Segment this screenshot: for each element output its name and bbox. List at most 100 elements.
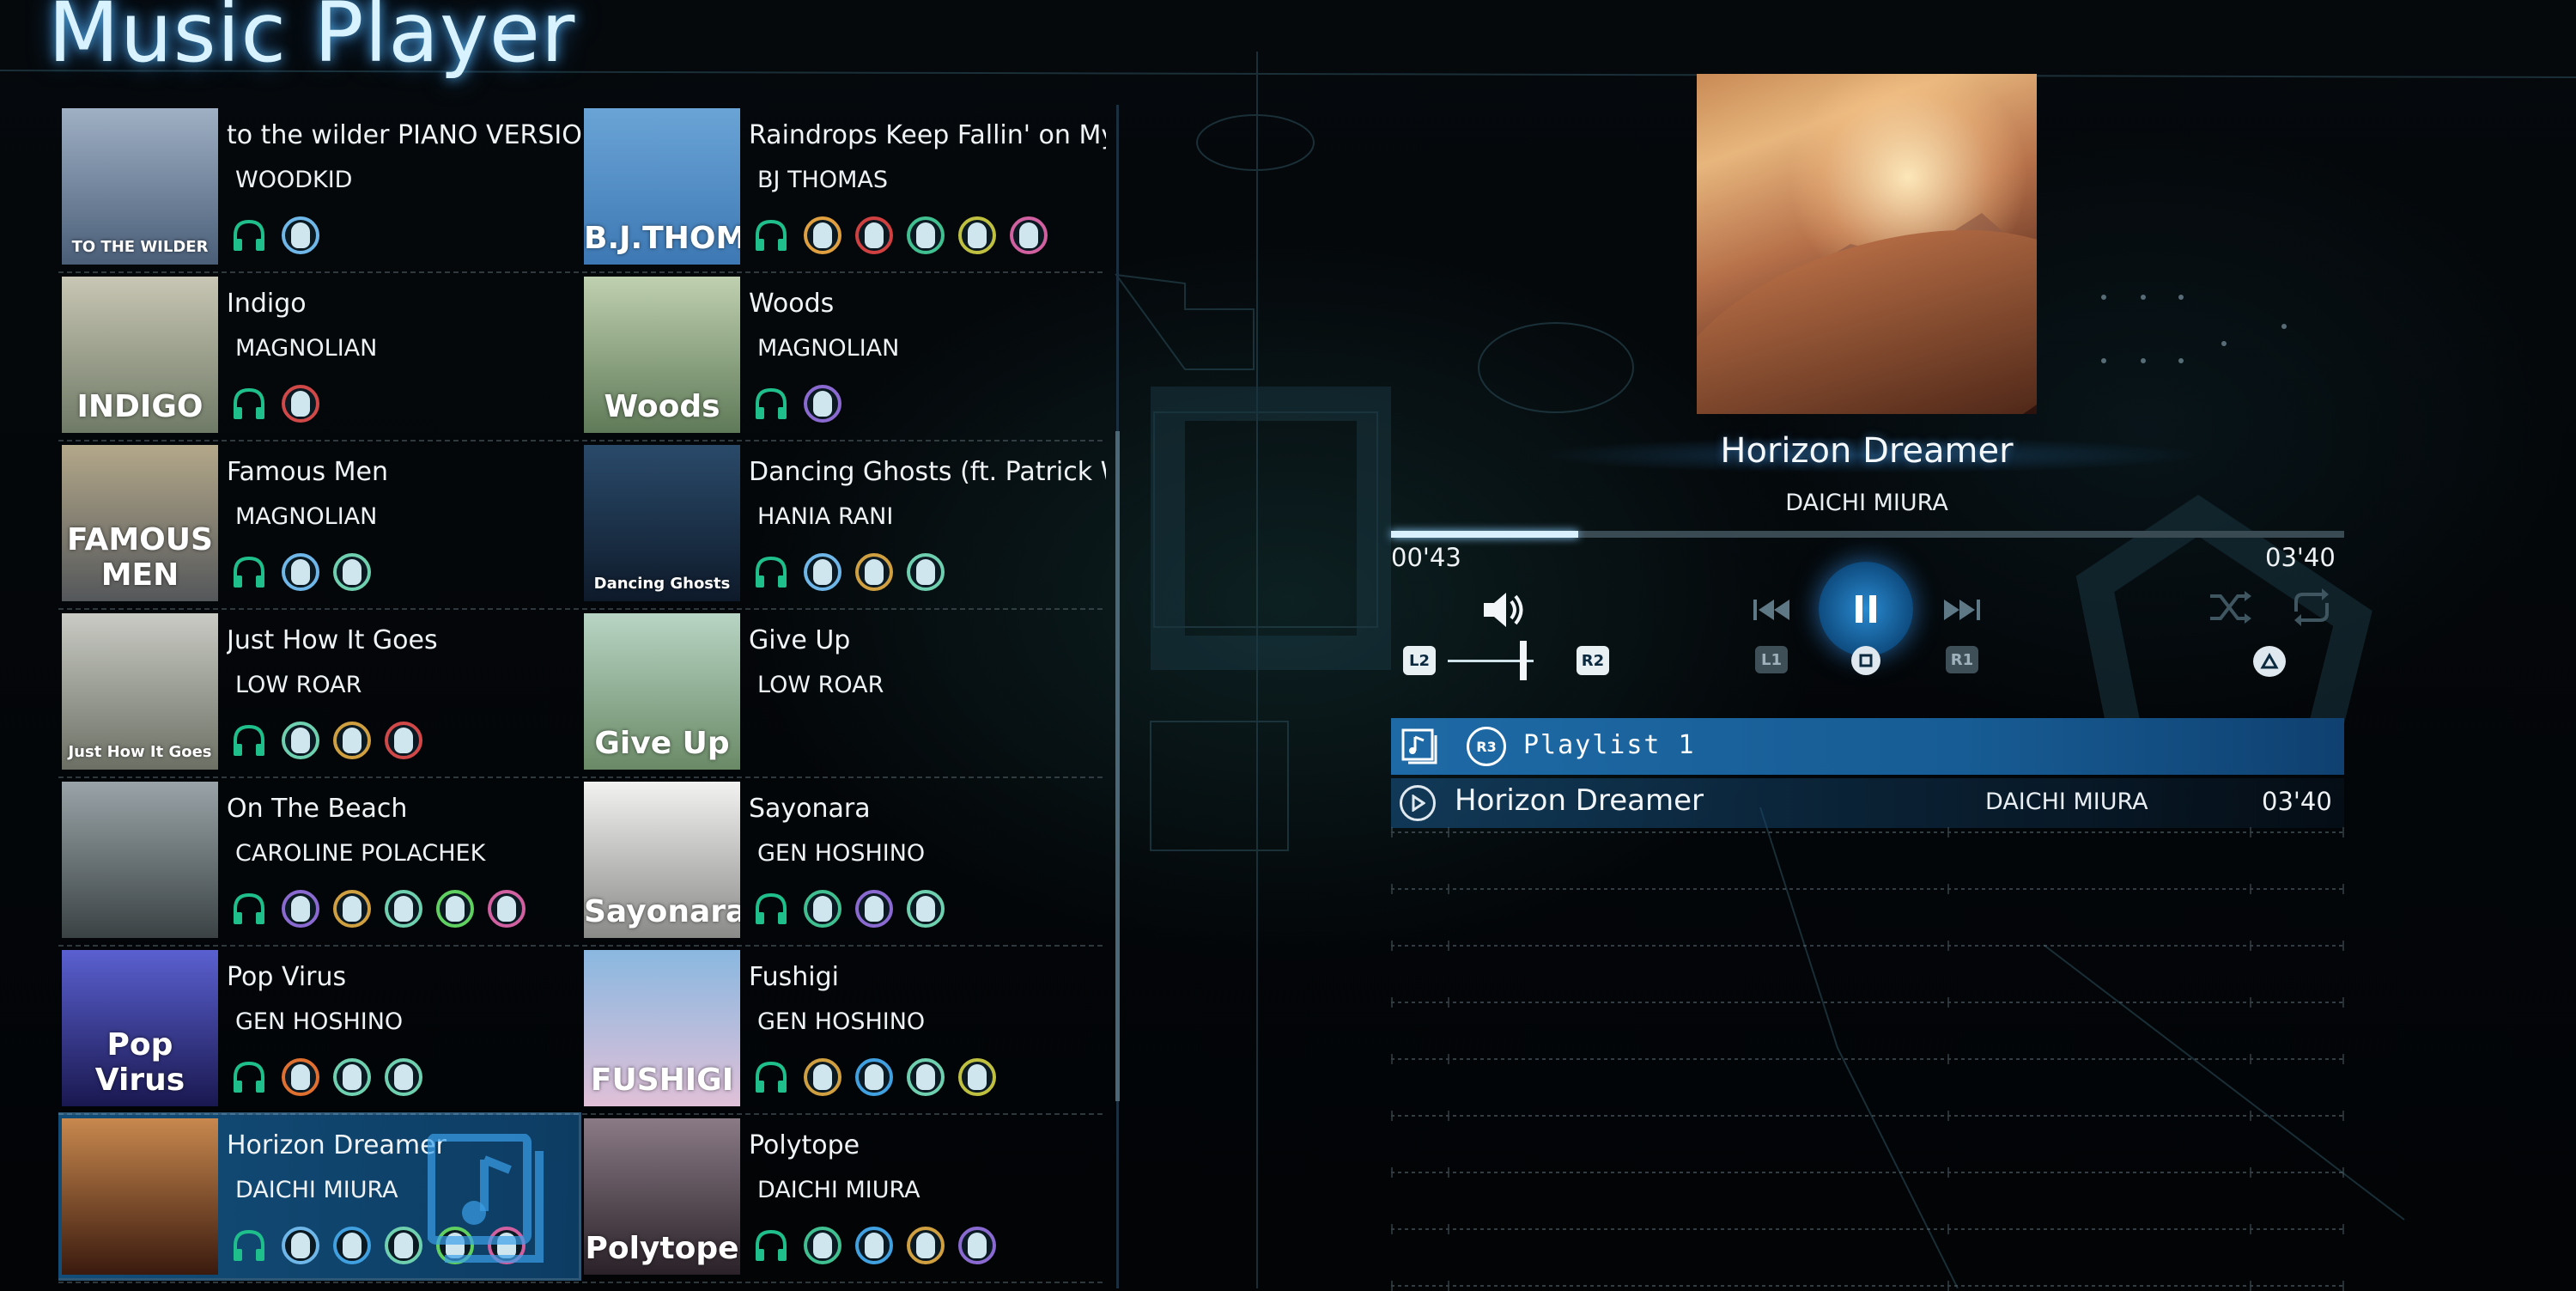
album-cover: INDIGO (62, 277, 218, 433)
track-title: to the wilder PIANO VERSION (227, 120, 587, 150)
playlist-icon (1400, 727, 1439, 766)
character-avatar-icon (282, 1227, 319, 1264)
track-row: INDIGO Indigo MAGNOLIAN Woods Woods MAGNOLIAN (58, 273, 1106, 441)
track-row: TO THE WILDER to the wilder PIANO VERSION… (58, 105, 1106, 273)
character-avatar-icon (282, 722, 319, 759)
track-card[interactable]: B.J.THOMAS Raindrops Keep Fallin' on My BJ… (580, 105, 1106, 268)
track-card[interactable]: TO THE WILDER to the wilder PIANO VERSION… (58, 105, 587, 268)
track-artist: GEN HOSHINO (235, 1008, 404, 1035)
list-scrollbar[interactable] (1115, 105, 1120, 1288)
shuffle-icon[interactable] (2207, 586, 2255, 629)
progress-bar[interactable] (1391, 531, 2344, 538)
track-artist: MAGNOLIAN (235, 335, 378, 362)
pause-button[interactable] (1819, 562, 1913, 656)
track-card[interactable]: FUSHIGI Fushigi GEN HOSHINO (580, 947, 1101, 1110)
headphones-icon (234, 1061, 264, 1093)
track-card[interactable]: Woods Woods MAGNOLIAN (580, 273, 1101, 436)
track-title: Dancing Ghosts (ft. Patrick Wa (749, 457, 1106, 487)
track-artist: LOW ROAR (757, 672, 884, 698)
track-artist: DAICHI MIURA (235, 1177, 398, 1203)
volume-knob[interactable] (1520, 641, 1527, 680)
listener-icons (230, 720, 422, 761)
total-time: 03'40 (2265, 543, 2336, 572)
character-avatar-icon (282, 890, 319, 928)
album-cover: Sayonara (584, 782, 740, 938)
now-playing-album-art (1697, 74, 2037, 414)
track-artist: LOW ROAR (235, 672, 362, 698)
headphones-icon (234, 1229, 264, 1261)
previous-track-icon[interactable] (1750, 593, 1793, 627)
listener-icons (752, 1225, 996, 1266)
character-avatar-icon (855, 1058, 893, 1096)
track-card[interactable]: Polytope Polytope DAICHI MIURA (580, 1115, 1101, 1278)
volume-up-button[interactable]: R2 (1577, 646, 1609, 675)
track-card[interactable]: Sayonara Sayonara GEN HOSHINO (580, 778, 1101, 941)
playlist-item-duration: 03'40 (2262, 787, 2332, 816)
repeat-icon[interactable] (2287, 586, 2336, 629)
character-avatar-icon (333, 1058, 371, 1096)
pause-icon (1856, 595, 1876, 623)
track-card[interactable]: Give Up Give Up LOW ROAR (580, 610, 1101, 773)
playlist-empty-slot (1391, 1054, 2344, 1064)
selected-music-note-icon (428, 1134, 544, 1263)
headphones-icon (234, 892, 264, 924)
character-avatar-icon (282, 553, 319, 591)
now-playing-title: Horizon Dreamer (1720, 431, 2014, 471)
character-avatar-icon (804, 216, 841, 254)
track-artist: GEN HOSHINO (757, 840, 926, 867)
track-card[interactable]: FAMOUS MEN Famous Men MAGNOLIAN (58, 441, 579, 605)
listener-icons (752, 383, 841, 424)
headphones-icon (756, 387, 787, 419)
album-cover: Polytope (584, 1118, 740, 1275)
app-title: Music Player (48, 0, 576, 81)
track-title: Fushigi (749, 962, 839, 992)
album-cover-text: Pop Virus (94, 1027, 185, 1098)
listener-icons (752, 551, 945, 593)
character-avatar-icon (333, 722, 371, 759)
album-cover-text: INDIGO (76, 389, 204, 424)
track-artist: GEN HOSHINO (757, 1008, 926, 1035)
next-button-label: R1 (1946, 646, 1978, 673)
track-title: Give Up (749, 625, 851, 655)
album-cover: FAMOUS MEN (62, 445, 218, 601)
stop-icon (1859, 654, 1873, 667)
headphones-icon (756, 219, 787, 251)
playlist-empty-slot (1391, 1281, 2344, 1291)
track-title: Sayonara (749, 794, 871, 824)
track-card[interactable]: Pop Virus Pop Virus GEN HOSHINO (58, 947, 579, 1110)
album-cover-text: Polytope (585, 1231, 739, 1266)
listener-icons (752, 215, 1048, 256)
album-cover: Dancing Ghosts (584, 445, 740, 601)
listener-icons (230, 1057, 422, 1098)
album-cover-text: Just How It Goes (68, 743, 212, 761)
triangle-button[interactable] (2253, 646, 2286, 677)
track-card[interactable]: Just How It Goes Just How It Goes LOW ROAR (58, 610, 579, 773)
volume-down-button[interactable]: L2 (1403, 646, 1436, 675)
character-avatar-icon (436, 890, 474, 928)
character-avatar-icon (1010, 216, 1048, 254)
character-avatar-icon (855, 216, 893, 254)
row-divider (58, 1282, 1106, 1283)
volume-icon[interactable] (1477, 584, 1528, 636)
playlist-empty-slot (1391, 827, 2344, 837)
track-card[interactable]: Dancing Ghosts Dancing Ghosts (ft. Patric… (580, 441, 1106, 605)
character-avatar-icon (804, 890, 841, 928)
track-row: Pop Virus Pop Virus GEN HOSHINO FUSHIGI Fush… (58, 947, 1106, 1115)
album-cover: Pop Virus (62, 950, 218, 1106)
album-cover: TO THE WILDER (62, 108, 218, 265)
headphones-icon (756, 556, 787, 588)
elapsed-time: 00'43 (1391, 543, 1461, 572)
character-avatar-icon (488, 890, 526, 928)
scrollbar-thumb[interactable] (1115, 431, 1120, 1101)
next-track-icon[interactable] (1941, 593, 1984, 627)
track-card[interactable]: INDIGO Indigo MAGNOLIAN (58, 273, 579, 436)
album-cover-text: Give Up (594, 726, 730, 761)
track-row: FAMOUS MEN Famous Men MAGNOLIAN Dancing Gho… (58, 441, 1106, 610)
track-card[interactable]: Horizon Dreamer DAICHI MIURA (58, 1112, 581, 1281)
headphones-icon (756, 892, 787, 924)
stop-button[interactable] (1851, 646, 1880, 675)
track-artist: MAGNOLIAN (757, 335, 900, 362)
track-card[interactable]: On The Beach CAROLINE POLACHEK (58, 778, 579, 941)
track-row: Just How It Goes Just How It Goes LOW ROAR… (58, 610, 1106, 778)
playlist-switch-button[interactable]: R3 (1467, 727, 1506, 766)
